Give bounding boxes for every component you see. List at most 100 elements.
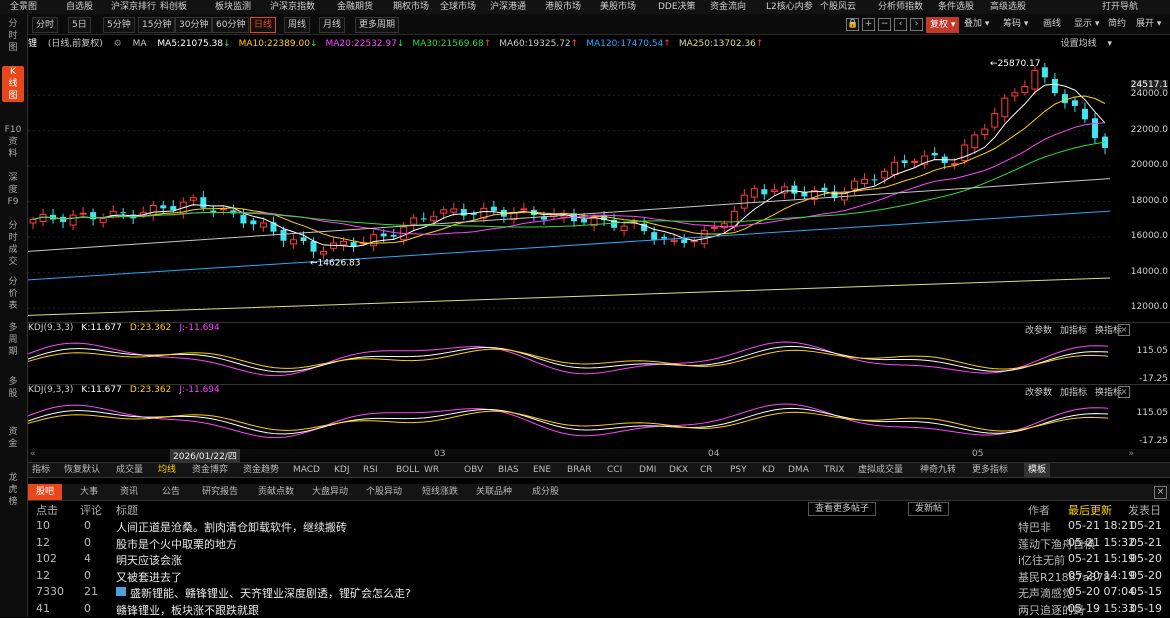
menu-item[interactable]: DDE决策 bbox=[658, 0, 696, 14]
overlay-button[interactable]: 叠加 ▾ bbox=[964, 17, 989, 31]
left-nav-item[interactable]: F10 资 料 bbox=[2, 124, 24, 160]
period-button[interactable]: 月线 bbox=[319, 17, 346, 33]
menu-item[interactable]: 沪深港通 bbox=[490, 0, 526, 14]
indicator-tab[interactable]: DMA bbox=[788, 463, 809, 477]
news-row[interactable]: 10 0 人间正道是沧桑。割肉清仓卸载软件，继续搬砖 特巴非 05-21 18:21 05… bbox=[28, 518, 1170, 534]
menu-item[interactable]: 全景图 bbox=[10, 0, 37, 14]
scroll-right-icon[interactable]: » bbox=[1128, 449, 1134, 459]
menu-item[interactable]: 全球市场 bbox=[440, 0, 476, 14]
menu-item[interactable]: 沪深京指数 bbox=[270, 0, 315, 14]
kdj-action[interactable]: 加指标 bbox=[1060, 388, 1087, 398]
new-post-button[interactable]: 发新帖 bbox=[908, 502, 950, 516]
period-button[interactable]: 分时 bbox=[32, 17, 59, 33]
menu-item[interactable]: L2核心内参 bbox=[766, 0, 813, 14]
indicator-tab[interactable]: CCI bbox=[607, 463, 622, 477]
news-tab[interactable]: 个股异动 bbox=[366, 484, 402, 500]
menu-item[interactable]: 高级选股 bbox=[990, 0, 1026, 14]
indicator-tab[interactable]: ENE bbox=[533, 463, 551, 477]
menu-item[interactable]: 沪深京排行 bbox=[111, 0, 156, 14]
period-button[interactable]: 5日 bbox=[68, 17, 91, 33]
period-button[interactable]: 30分钟 bbox=[175, 17, 213, 33]
indicator-tab[interactable]: 指标 bbox=[32, 463, 50, 477]
news-title[interactable]: 又被套进去了 bbox=[116, 569, 182, 585]
indicator-tab[interactable]: KDJ bbox=[334, 463, 350, 477]
indicator-tab[interactable]: DMI bbox=[639, 463, 656, 477]
indicator-tab[interactable]: KD bbox=[762, 463, 775, 477]
news-row[interactable]: 41 0 赣锋锂业，板块涨不跟跌就跟 两只追逐的蚂 05-19 15:33 05-19 bbox=[28, 601, 1170, 617]
menu-item[interactable]: 港股市场 bbox=[545, 0, 581, 14]
show-button[interactable]: 显示 ▾ bbox=[1074, 17, 1099, 31]
indicator-tab[interactable]: TRIX bbox=[824, 463, 845, 477]
ma-settings-button[interactable]: 设置均线 ▾ bbox=[1061, 36, 1112, 49]
period-button[interactable]: 5分钟 bbox=[103, 17, 135, 33]
period-button[interactable]: 日线 bbox=[250, 17, 277, 33]
kdj-action[interactable]: 加指标 bbox=[1060, 326, 1087, 336]
news-row[interactable]: 102 4 明天应该会涨 i亿往无前 05-21 15:19 05-20 bbox=[28, 551, 1170, 567]
menu-item[interactable]: 打开导航 bbox=[1102, 0, 1138, 14]
lock-icon[interactable]: 🔒 bbox=[846, 18, 859, 31]
menu-item[interactable]: 分析师指数 bbox=[878, 0, 923, 14]
left-nav-item[interactable]: 龙 虎 榜 bbox=[2, 472, 24, 508]
news-tab[interactable]: 大盘异动 bbox=[312, 484, 348, 500]
menu-item[interactable]: 美股市场 bbox=[600, 0, 636, 14]
indicator-tab[interactable]: 均线 bbox=[158, 463, 176, 477]
kdj-chart[interactable] bbox=[28, 336, 1110, 382]
close-icon[interactable]: × bbox=[1154, 486, 1167, 499]
chips-button[interactable]: 筹码 ▾ bbox=[1003, 17, 1028, 31]
close-icon[interactable]: × bbox=[1118, 324, 1130, 336]
col-updated[interactable]: 最后更新 bbox=[1068, 502, 1112, 518]
menu-item[interactable]: 金融期货 bbox=[337, 0, 373, 14]
left-nav-item[interactable]: 多 股 bbox=[2, 376, 24, 400]
news-row[interactable]: 12 0 股市是个火中取栗的地方 莲动下渔舟自横 05-21 15:32 05-21 bbox=[28, 535, 1170, 551]
indicator-tab[interactable]: MACD bbox=[293, 463, 320, 477]
news-title[interactable]: 人间正道是沧桑。割肉清仓卸载软件，继续搬砖 bbox=[116, 519, 347, 535]
indicator-tab[interactable]: WR bbox=[424, 463, 439, 477]
left-nav-item[interactable]: 多 周 期 bbox=[2, 322, 24, 358]
indicator-tab[interactable]: 更多指标 bbox=[972, 463, 1008, 477]
menu-item[interactable]: 条件选股 bbox=[938, 0, 974, 14]
period-button[interactable]: 60分钟 bbox=[212, 17, 250, 33]
expand-button[interactable]: 展开 ▾ bbox=[1136, 17, 1161, 31]
left-nav-item[interactable]: 分 价 表 bbox=[2, 276, 24, 312]
indicator-tab[interactable]: CR bbox=[700, 463, 713, 477]
arrow-right-icon[interactable]: › bbox=[910, 18, 923, 31]
indicator-tab[interactable]: 模板 bbox=[1024, 463, 1051, 477]
menu-item[interactable]: 资金流向 bbox=[710, 0, 746, 14]
indicator-tab[interactable]: 资金趋势 bbox=[243, 463, 279, 477]
news-row[interactable]: 12 0 又被套进去了 基民R21887a878 05-20 14:19 05-20 bbox=[28, 568, 1170, 584]
kdj-action[interactable]: 改参数 bbox=[1025, 326, 1052, 336]
left-nav-item[interactable]: 分 时 图 bbox=[2, 18, 24, 54]
arrow-left-icon[interactable]: ‹ bbox=[894, 18, 907, 31]
news-tab[interactable]: 公告 bbox=[162, 484, 180, 500]
indicator-tab[interactable]: 资金博弈 bbox=[192, 463, 228, 477]
menu-item[interactable]: 板块监测 bbox=[215, 0, 251, 14]
news-title[interactable]: 股市是个火中取栗的地方 bbox=[116, 536, 237, 552]
indicator-tab[interactable]: RSI bbox=[363, 463, 378, 477]
indicator-tab[interactable]: DKX bbox=[669, 463, 688, 477]
indicator-tab[interactable]: BRAR bbox=[567, 463, 591, 477]
news-tab[interactable]: 大事 bbox=[80, 484, 98, 500]
left-nav-item[interactable]: 分 时 成 交 bbox=[2, 220, 24, 268]
news-tab[interactable]: 研究报告 bbox=[202, 484, 238, 500]
scroll-left-icon[interactable]: « bbox=[30, 449, 36, 459]
kdj-chart[interactable] bbox=[28, 398, 1110, 444]
settings-small-icon[interactable]: ⚙ bbox=[114, 39, 122, 49]
left-nav-item[interactable]: K 线 图 bbox=[2, 66, 24, 102]
indicator-tab[interactable]: BIAS bbox=[498, 463, 519, 477]
news-author[interactable]: 无声滴感觉 bbox=[1018, 585, 1073, 601]
menu-item[interactable]: 个股风云 bbox=[820, 0, 856, 14]
news-title[interactable]: 明天应该会涨 bbox=[116, 552, 182, 568]
period-button[interactable]: 15分钟 bbox=[138, 17, 176, 33]
news-title[interactable]: 盛新锂能、赣锋锂业、天齐锂业深度剧透，锂矿会怎么走? bbox=[130, 585, 411, 601]
news-tab[interactable]: 短线涨跌 bbox=[422, 484, 458, 500]
kline-chart[interactable]: ←25870.17 ←14626.83 bbox=[28, 52, 1170, 322]
simple-button[interactable]: 简约 bbox=[1108, 17, 1126, 31]
news-tab[interactable]: 股吧 bbox=[28, 484, 63, 500]
menu-item[interactable]: 自选股 bbox=[66, 0, 93, 14]
indicator-tab[interactable]: 恢复默认 bbox=[64, 463, 100, 477]
news-row[interactable]: 7330 21 盛新锂能、赣锋锂业、天齐锂业深度剧透，锂矿会怎么走? 无声滴感觉 05-… bbox=[28, 584, 1170, 600]
news-tab[interactable]: 关联品种 bbox=[476, 484, 512, 500]
more-posts-button[interactable]: 查看更多帖子 bbox=[808, 502, 877, 516]
left-nav-item[interactable]: 资 金 bbox=[2, 426, 24, 450]
kdj-action[interactable]: 改参数 bbox=[1025, 388, 1052, 398]
